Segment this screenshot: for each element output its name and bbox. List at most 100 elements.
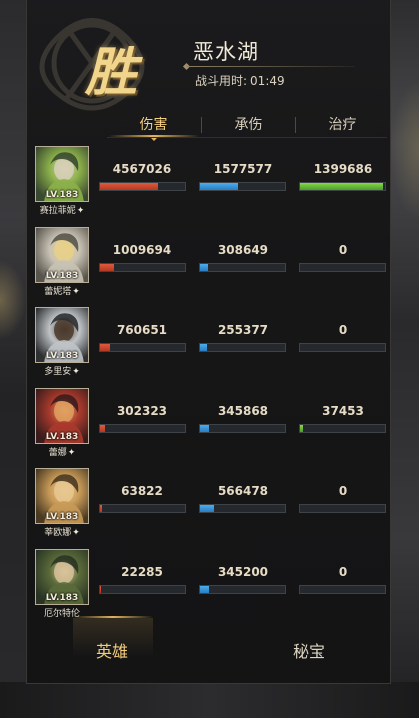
hero-portrait[interactable]: LV.183 — [35, 548, 89, 605]
star-icon: ✦ — [72, 528, 80, 538]
damage-taken-bar — [199, 423, 286, 433]
duration-label: 战斗用时: — [195, 74, 248, 88]
healing-bar — [299, 262, 386, 272]
healing-bar-fill — [300, 183, 384, 190]
stat-tabs: 伤害 承伤 治疗 — [107, 114, 389, 141]
background-right — [391, 0, 419, 718]
hero-row: LV.183 莘欧娜✦ 63822 566478 0 — [27, 466, 392, 546]
hero-name: 多里安✦ — [27, 364, 97, 377]
background-left — [0, 0, 26, 718]
hero-row: LV.183 蕾妮塔✦ 1009694 308649 0 — [27, 225, 392, 305]
damage-value: 760651 — [116, 323, 168, 337]
hero-name: 莘欧娜✦ — [27, 525, 97, 538]
tab-treasures[interactable]: 秘宝 — [293, 638, 325, 662]
tab-damage-label: 伤害 — [139, 117, 168, 133]
tab-healing[interactable]: 治疗 — [296, 114, 389, 136]
healing-bar-fill — [300, 424, 303, 432]
hero-name: 蕾妮塔✦ — [27, 284, 97, 297]
healing-value: 1399686 — [313, 162, 373, 176]
hero-level: LV.183 — [45, 431, 79, 442]
hero-row: LV.183 多里安✦ 760651 255377 0 — [27, 305, 392, 385]
tab-healing-label: 治疗 — [328, 117, 357, 133]
hero-level: LV.183 — [45, 190, 79, 200]
damage-value: 63822 — [121, 484, 163, 498]
damage-bar-fill — [100, 585, 101, 593]
hero-portrait[interactable]: LV.183 — [35, 146, 89, 202]
damage-taken-bar — [199, 182, 286, 191]
healing-value: 0 — [338, 242, 348, 257]
healing-bar — [299, 504, 386, 513]
damage-value: 302323 — [116, 403, 168, 418]
damage-bar-fill — [100, 505, 102, 512]
hero-level: LV.183 — [45, 592, 79, 603]
hero-name: 赛拉菲妮✦ — [27, 203, 97, 216]
hero-level: LV.183 — [45, 270, 79, 281]
damage-bar — [99, 182, 186, 191]
healing-bar — [299, 343, 386, 352]
damage-bar-fill — [100, 344, 111, 351]
hero-level: LV.183 — [45, 351, 79, 361]
hero-portrait[interactable]: LV.183 — [35, 387, 89, 444]
damage-taken-bar — [199, 504, 286, 513]
star-icon: ✦ — [72, 367, 80, 377]
background-bottom — [0, 682, 419, 718]
tab-damage[interactable]: 伤害 — [107, 114, 200, 141]
damage-taken-bar-fill — [200, 183, 239, 190]
hero-name-text: 多里安 — [44, 367, 72, 377]
hero-portrait[interactable]: LV.183 — [35, 226, 89, 283]
damage-taken-value: 1577577 — [213, 162, 273, 176]
damage-value: 4567026 — [112, 162, 172, 176]
tab-damage-taken-label: 承伤 — [234, 117, 263, 133]
damage-bar-fill — [100, 263, 114, 271]
star-icon: ✦ — [67, 447, 76, 458]
damage-taken-bar — [199, 262, 286, 272]
healing-bar — [299, 182, 386, 191]
hero-row: LV.183 厄尔特伦 22285 345200 0 — [27, 547, 392, 627]
star-icon: ✦ — [72, 286, 80, 297]
healing-value: 0 — [338, 323, 348, 337]
damage-taken-value: 566478 — [217, 484, 269, 498]
damage-taken-value: 255377 — [217, 323, 269, 337]
damage-value: 22285 — [121, 564, 163, 579]
damage-bar — [99, 343, 186, 352]
damage-taken-bar — [199, 343, 286, 352]
damage-bar — [99, 423, 186, 433]
hero-name-text: 赛拉菲妮 — [39, 206, 76, 216]
healing-bar — [299, 584, 386, 594]
victory-title: 胜 — [85, 42, 138, 103]
healing-value: 0 — [338, 484, 348, 498]
star-icon: ✦ — [76, 206, 85, 216]
damage-taken-bar-fill — [200, 585, 209, 593]
damage-bar-fill — [100, 424, 106, 432]
healing-value: 37453 — [322, 403, 364, 418]
damage-bar — [99, 504, 186, 513]
hero-name-text: 莘欧娜 — [44, 528, 72, 538]
duration-value: 01:49 — [250, 74, 285, 88]
damage-taken-bar-fill — [200, 505, 215, 512]
healing-bar — [299, 423, 386, 433]
damage-taken-value: 308649 — [217, 242, 269, 257]
damage-bar — [99, 584, 186, 594]
battle-duration: 战斗用时: 01:49 — [195, 72, 285, 89]
damage-bar — [99, 262, 186, 272]
damage-taken-bar-fill — [200, 344, 207, 351]
damage-taken-bar — [199, 584, 286, 594]
map-name-divider — [187, 66, 355, 67]
hero-portrait[interactable]: LV.183 — [35, 307, 89, 363]
hero-name-text: 蕾娜 — [48, 447, 67, 458]
tab-heroes[interactable]: 英雄 — [96, 638, 128, 662]
tab-damage-taken[interactable]: 承伤 — [202, 114, 295, 136]
hero-name-text: 蕾妮塔 — [44, 286, 72, 297]
damage-value: 1009694 — [112, 242, 172, 257]
battle-result-panel: 胜 恶水湖 战斗用时: 01:49 伤害 承伤 治疗 LV.183 赛拉菲妮✦ 456… — [26, 0, 391, 684]
hero-level: LV.183 — [45, 512, 79, 522]
bottom-tab-bar: 英雄 秘宝 — [27, 616, 392, 682]
damage-taken-value: 345868 — [217, 403, 269, 418]
damage-bar-fill — [100, 183, 158, 190]
damage-taken-bar-fill — [200, 263, 208, 271]
tabs-divider — [107, 137, 387, 138]
damage-taken-value: 345200 — [217, 564, 269, 579]
hero-portrait[interactable]: LV.183 — [35, 468, 89, 524]
map-name: 恶水湖 — [193, 40, 259, 64]
healing-value: 0 — [338, 564, 348, 579]
